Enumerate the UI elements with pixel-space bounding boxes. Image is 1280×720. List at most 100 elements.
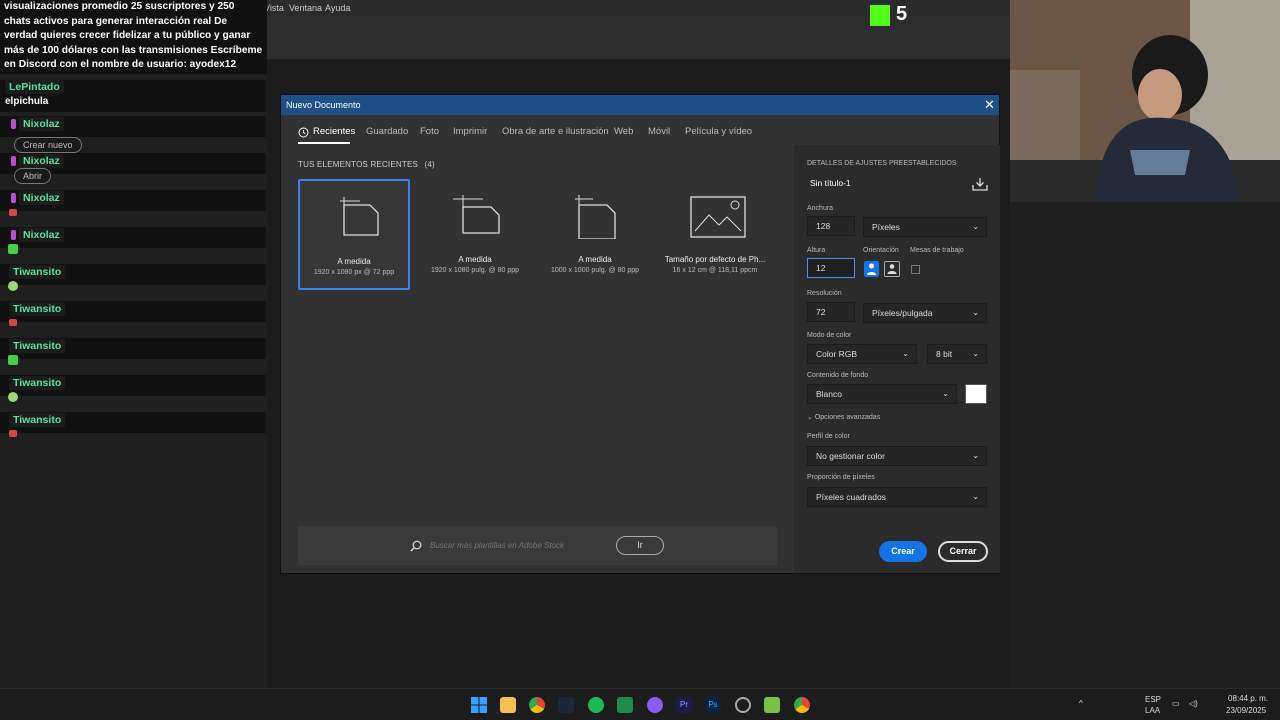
preset-details: 1920 x 1080 px @ 72 ppp [313, 269, 395, 276]
chat-username: Tiwansito [9, 265, 66, 279]
chrome-icon[interactable] [794, 697, 810, 713]
file-explorer-icon[interactable] [500, 697, 516, 713]
spotify-icon[interactable] [588, 697, 604, 713]
tab-pelicula[interactable]: Película y vídeo [685, 126, 752, 137]
clock-date[interactable]: 23/09/2025 [1226, 706, 1266, 715]
preset-item[interactable]: Tamaño por defecto de Ph... 16 x 12 cm @… [659, 179, 771, 290]
portrait-icon[interactable] [864, 261, 879, 277]
chat-username: Tiwansito [9, 376, 66, 390]
width-unit-value: Píxeles [872, 222, 900, 232]
kick-logo-icon [870, 5, 890, 26]
new-document-dialog: Nuevo Documento ✕ Recientes Guardado Fot… [280, 94, 1000, 574]
chevron-down-icon: ⌄ [972, 492, 979, 501]
chat-message: LePintado elpichula [0, 80, 266, 112]
webcam-feed [1010, 0, 1280, 202]
badge-icon [8, 355, 18, 365]
preset-item[interactable]: A medida 1920 x 1080 px @ 72 ppp [298, 179, 410, 290]
color-mode-value: Color RGB [816, 349, 858, 359]
background-value: Blanco [816, 389, 842, 399]
preset-details: 1000 x 1000 pulg. @ 80 ppp [550, 267, 640, 274]
mic-icon [11, 193, 16, 203]
artboards-checkbox[interactable] [911, 265, 920, 274]
resolution-input[interactable]: 72 [807, 302, 855, 322]
language-indicator[interactable]: ESP [1145, 695, 1161, 704]
orientation-label: Orientación [863, 247, 899, 254]
premiere-icon[interactable]: Pr [676, 697, 692, 713]
photoshop-icon[interactable]: Ps [705, 697, 721, 713]
speaker-icon[interactable]: ◁) [1189, 699, 1198, 708]
preset-details: 1920 x 1080 pulg. @ 80 ppp [430, 267, 520, 274]
close-icon[interactable]: ✕ [984, 97, 995, 113]
chevron-down-icon: ⌄ [807, 414, 813, 421]
chat-username: Nixolaz [19, 154, 64, 168]
discord-icon[interactable] [647, 697, 663, 713]
save-preset-icon[interactable] [972, 177, 988, 191]
document-name-field[interactable]: Sin título-1 [810, 178, 851, 188]
close-button[interactable]: Cerrar [938, 541, 988, 562]
width-input[interactable]: 128 [807, 216, 855, 236]
tab-recientes[interactable]: Recientes [313, 126, 355, 137]
chat-username: Nixolaz [19, 117, 64, 131]
menu-ayuda[interactable]: Ayuda [325, 3, 350, 13]
chevron-down-icon: ⌄ [972, 222, 979, 231]
obs-icon[interactable] [735, 697, 751, 713]
open-button[interactable]: Abrir [14, 168, 52, 184]
preset-tabs: Recientes Guardado Foto Imprimir Obra de… [281, 115, 794, 145]
stock-search-input[interactable] [430, 538, 610, 552]
width-unit-select[interactable]: Píxeles ⌄ [863, 217, 987, 237]
app-icon[interactable] [764, 697, 780, 713]
landscape-icon[interactable] [884, 261, 900, 277]
color-profile-value: No gestionar color [816, 451, 885, 461]
preset-item[interactable]: A medida 1920 x 1080 pulg. @ 80 ppp [419, 179, 531, 290]
preset-name: Tamaño por defecto de Ph... [664, 255, 766, 264]
chrome-icon[interactable] [529, 697, 545, 713]
steam-icon[interactable] [558, 697, 574, 713]
chat-text: elpichula [5, 96, 49, 107]
resolution-unit-value: Píxeles/pulgada [872, 308, 933, 318]
color-profile-select[interactable]: No gestionar color ⌄ [807, 446, 987, 466]
color-profile-label: Perfil de color [807, 433, 850, 440]
resolution-unit-select[interactable]: Píxeles/pulgada ⌄ [863, 303, 987, 323]
tab-imprimir[interactable]: Imprimir [453, 126, 487, 137]
chevron-up-icon[interactable]: ^ [1079, 699, 1083, 708]
tab-web[interactable]: Web [614, 126, 633, 137]
pixel-aspect-select[interactable]: Píxeles cuadrados ⌄ [807, 487, 987, 507]
preset-item[interactable]: A medida 1000 x 1000 pulg. @ 80 ppp [539, 179, 651, 290]
background-label: Contenido de fondo [807, 372, 869, 379]
kick-viewer-count: 5 [896, 3, 908, 25]
search-go-button[interactable]: Ir [616, 536, 664, 555]
search-icon [410, 539, 422, 552]
menu-ventana[interactable]: Ventana [289, 3, 322, 13]
bit-depth-select[interactable]: 8 bit ⌄ [927, 344, 987, 364]
network-icon[interactable]: ▭ [1172, 699, 1180, 708]
clock-time[interactable]: 08:44 p. m. [1228, 694, 1268, 703]
width-label: Anchura [807, 205, 834, 212]
chat-username: LePintado [5, 80, 64, 94]
tab-obra-de-arte[interactable]: Obra de arte e ilustración [502, 126, 609, 137]
tab-guardado[interactable]: Guardado [366, 126, 408, 137]
app-icon[interactable] [617, 697, 633, 713]
create-button[interactable]: Crear [879, 541, 927, 562]
mic-icon [11, 156, 16, 166]
chat-username: Tiwansito [9, 302, 66, 316]
height-input[interactable]: 12 [807, 258, 855, 278]
tab-foto[interactable]: Foto [420, 126, 439, 137]
details-heading: DETALLES DE AJUSTES PREESTABLECIDOS [807, 160, 957, 167]
bit-depth-value: 8 bit [936, 349, 953, 359]
preset-details-panel: DETALLES DE AJUSTES PREESTABLECIDOS Sin … [794, 145, 1000, 573]
create-new-button[interactable]: Crear nuevo [14, 137, 82, 153]
advanced-options-toggle[interactable]: ⌄ Opciones avanzadas [807, 413, 880, 421]
recent-title-text: TUS ELEMENTOS RECIENTES [298, 160, 419, 169]
background-color-swatch[interactable] [965, 384, 987, 404]
chat-message: Tiwansito [0, 301, 266, 326]
recent-count: (4) [424, 160, 435, 169]
chat-message: Tiwansito [0, 412, 266, 437]
background-select[interactable]: Blanco ⌄ [807, 384, 957, 404]
chevron-down-icon: ⌄ [902, 349, 909, 358]
color-mode-select[interactable]: Color RGB ⌄ [807, 344, 917, 364]
advanced-options-label: Opciones avanzadas [814, 414, 881, 421]
windows-start-icon[interactable] [471, 697, 487, 713]
preset-name: A medida [458, 255, 492, 264]
preset-name: A medida [337, 257, 371, 266]
tab-movil[interactable]: Móvil [648, 126, 670, 137]
